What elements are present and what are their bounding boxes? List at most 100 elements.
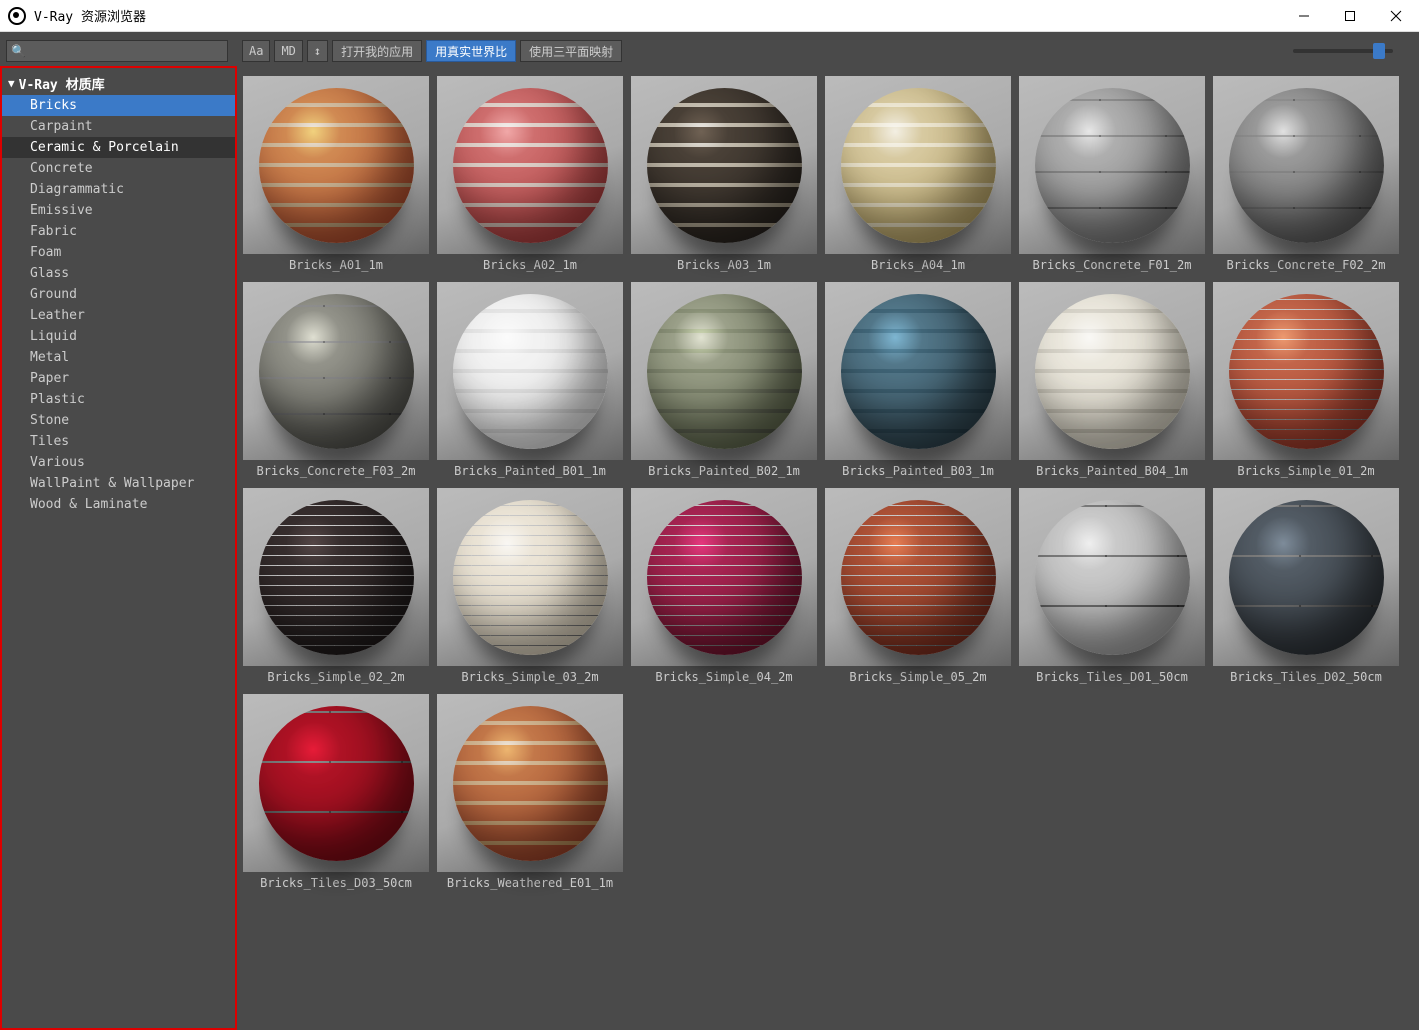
real-world-scale-button[interactable]: 用真实世界比 [426,40,516,62]
material-preview [631,282,817,460]
material-sphere [259,88,414,243]
material-label: Bricks_Tiles_D01_50cm [1019,666,1205,686]
material-sphere [647,294,802,449]
sidebar-item-carpaint[interactable]: Carpaint [2,116,235,137]
material-sphere [259,500,414,655]
material-label: Bricks_Simple_05_2m [825,666,1011,686]
material-preview [631,488,817,666]
material-item[interactable]: Bricks_Simple_04_2m [631,488,817,686]
material-label: Bricks_Tiles_D03_50cm [243,872,429,892]
triplanar-button[interactable]: 使用三平面映射 [520,40,622,62]
sidebar-item-tiles[interactable]: Tiles [2,431,235,452]
material-sphere [453,500,608,655]
material-preview [825,488,1011,666]
material-item[interactable]: Bricks_Painted_B01_1m [437,282,623,480]
material-item[interactable]: Bricks_Simple_02_2m [243,488,429,686]
material-sphere [647,500,802,655]
search-input[interactable]: 🔍 [6,40,228,62]
material-preview [825,76,1011,254]
sort-button[interactable]: ↕ [307,40,328,62]
sidebar-item-glass[interactable]: Glass [2,263,235,284]
material-item[interactable]: Bricks_Weathered_E01_1m [437,694,623,892]
sidebar-item-ground[interactable]: Ground [2,284,235,305]
material-item[interactable]: Bricks_Tiles_D01_50cm [1019,488,1205,686]
sidebar-item-stone[interactable]: Stone [2,410,235,431]
material-preview [243,282,429,460]
material-label: Bricks_Simple_02_2m [243,666,429,686]
material-item[interactable]: Bricks_A03_1m [631,76,817,274]
sidebar-item-concrete[interactable]: Concrete [2,158,235,179]
sidebar-item-paper[interactable]: Paper [2,368,235,389]
material-preview [1213,282,1399,460]
sidebar-item-plastic[interactable]: Plastic [2,389,235,410]
material-sphere [453,294,608,449]
sidebar-item-wallpaint-wallpaper[interactable]: WallPaint & Wallpaper [2,473,235,494]
material-preview [1019,76,1205,254]
window-title: V-Ray 资源浏览器 [34,6,146,25]
material-preview [631,76,817,254]
sidebar-item-leather[interactable]: Leather [2,305,235,326]
material-item[interactable]: Bricks_A04_1m [825,76,1011,274]
material-item[interactable]: Bricks_Concrete_F01_2m [1019,76,1205,274]
open-apps-button[interactable]: 打开我的应用 [332,40,422,62]
aa-button[interactable]: Aa [242,40,270,62]
material-label: Bricks_A01_1m [243,254,429,274]
material-item[interactable]: Bricks_Concrete_F02_2m [1213,76,1399,274]
material-item[interactable]: Bricks_Tiles_D02_50cm [1213,488,1399,686]
material-item[interactable]: Bricks_Tiles_D03_50cm [243,694,429,892]
material-preview [243,488,429,666]
material-label: Bricks_A04_1m [825,254,1011,274]
material-sphere [841,88,996,243]
material-item[interactable]: Bricks_Simple_05_2m [825,488,1011,686]
material-item[interactable]: Bricks_Concrete_F03_2m [243,282,429,480]
material-item[interactable]: Bricks_Painted_B03_1m [825,282,1011,480]
material-sphere [1229,500,1384,655]
sidebar-item-diagrammatic[interactable]: Diagrammatic [2,179,235,200]
material-item[interactable]: Bricks_A02_1m [437,76,623,274]
material-sphere [1229,88,1384,243]
material-item[interactable]: Bricks_Painted_B02_1m [631,282,817,480]
close-button[interactable] [1373,0,1419,32]
material-sphere [453,706,608,861]
minimize-button[interactable] [1281,0,1327,32]
material-sphere [647,88,802,243]
material-item[interactable]: Bricks_A01_1m [243,76,429,274]
material-preview [243,76,429,254]
window-controls [1281,0,1419,32]
material-preview [1213,76,1399,254]
material-sphere [453,88,608,243]
sidebar-item-various[interactable]: Various [2,452,235,473]
sidebar-item-wood-laminate[interactable]: Wood & Laminate [2,494,235,515]
material-preview [437,282,623,460]
material-preview [437,76,623,254]
sidebar-item-fabric[interactable]: Fabric [2,221,235,242]
sidebar-item-emissive[interactable]: Emissive [2,200,235,221]
material-preview [243,694,429,872]
tree-root[interactable]: ▼ V-Ray 材质库 [2,72,235,95]
tree-root-label: V-Ray 材质库 [19,74,105,93]
material-label: Bricks_Simple_03_2m [437,666,623,686]
material-sphere [259,706,414,861]
material-item[interactable]: Bricks_Painted_B04_1m [1019,282,1205,480]
material-preview [437,488,623,666]
maximize-button[interactable] [1327,0,1373,32]
material-sphere [1035,500,1190,655]
material-label: Bricks_Painted_B03_1m [825,460,1011,480]
search-icon: 🔍 [11,44,26,58]
sidebar-item-ceramic-porcelain[interactable]: Ceramic & Porcelain [2,137,235,158]
material-label: Bricks_Concrete_F02_2m [1213,254,1399,274]
thumbnail-size-slider[interactable] [1293,49,1413,53]
material-item[interactable]: Bricks_Simple_01_2m [1213,282,1399,480]
sidebar-item-bricks[interactable]: Bricks [2,95,235,116]
material-grid[interactable]: Bricks_A01_1m Bricks_A02_1m Bricks_A03_1m B… [237,66,1419,1030]
material-preview [437,694,623,872]
material-label: Bricks_A03_1m [631,254,817,274]
sidebar-item-metal[interactable]: Metal [2,347,235,368]
material-item[interactable]: Bricks_Simple_03_2m [437,488,623,686]
material-label: Bricks_Tiles_D02_50cm [1213,666,1399,686]
material-preview [825,282,1011,460]
material-label: Bricks_Weathered_E01_1m [437,872,623,892]
sidebar-item-liquid[interactable]: Liquid [2,326,235,347]
sidebar-item-foam[interactable]: Foam [2,242,235,263]
md-button[interactable]: MD [274,40,302,62]
